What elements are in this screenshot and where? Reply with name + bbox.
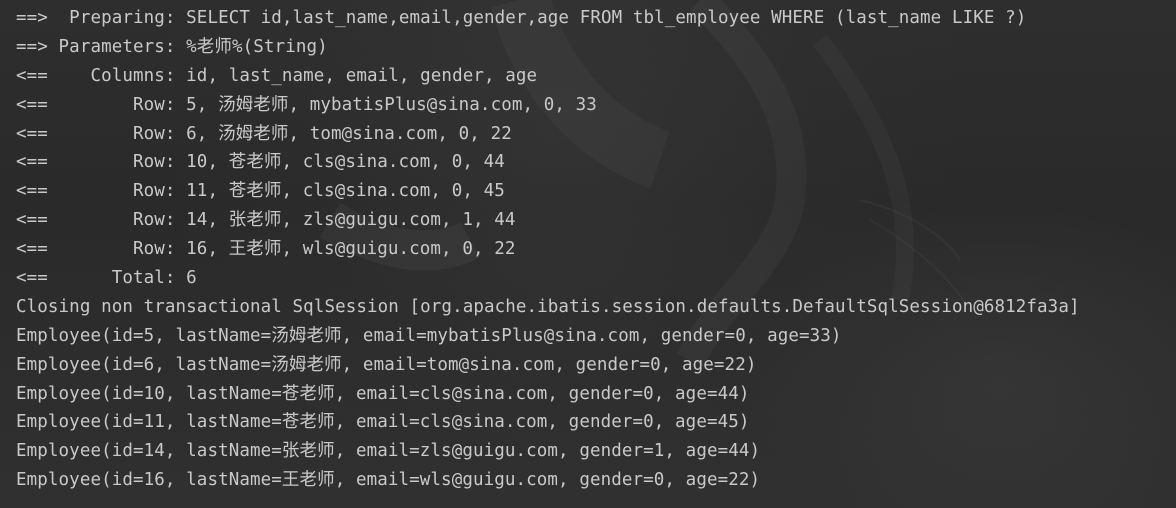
log-line-row: <== Row: 10, 苍老师, cls@sina.com, 0, 44 bbox=[16, 152, 505, 173]
log-line-total: <== Total: 6 bbox=[16, 268, 197, 289]
log-line-employee: Employee(id=10, lastName=苍老师, email=cls@… bbox=[16, 383, 750, 404]
log-line-parameters: ==> Parameters: %老师%(String) bbox=[16, 36, 328, 57]
log-line-employee: Employee(id=11, lastName=苍老师, email=cls@… bbox=[16, 412, 750, 433]
log-line-row: <== Row: 5, 汤姆老师, mybatisPlus@sina.com, … bbox=[16, 94, 597, 115]
log-line-row: <== Row: 6, 汤姆老师, tom@sina.com, 0, 22 bbox=[16, 123, 512, 144]
log-line-employee: Employee(id=14, lastName=张老师, email=zls@… bbox=[16, 441, 761, 462]
console-output-panel[interactable]: ==> Preparing: SELECT id,last_name,email… bbox=[0, 0, 1176, 508]
log-line-row: <== Row: 14, 张老师, zls@guigu.com, 1, 44 bbox=[16, 210, 516, 231]
log-line-employee: Employee(id=6, lastName=汤姆老师, email=tom@… bbox=[16, 354, 757, 375]
log-line-employee: Employee(id=16, lastName=王老师, email=wls@… bbox=[16, 470, 761, 491]
log-line-employee: Employee(id=5, lastName=汤姆老师, email=myba… bbox=[16, 325, 842, 346]
log-line-columns: <== Columns: id, last_name, email, gende… bbox=[16, 65, 538, 86]
log-line-row: <== Row: 16, 王老师, wls@guigu.com, 0, 22 bbox=[16, 239, 516, 260]
log-line-closing-session: Closing non transactional SqlSession [or… bbox=[16, 296, 1080, 317]
log-line-row: <== Row: 11, 苍老师, cls@sina.com, 0, 45 bbox=[16, 181, 505, 202]
log-lines: ==> Preparing: SELECT id,last_name,email… bbox=[16, 4, 1176, 495]
log-line-sql-preparing: ==> Preparing: SELECT id,last_name,email… bbox=[16, 8, 1027, 28]
